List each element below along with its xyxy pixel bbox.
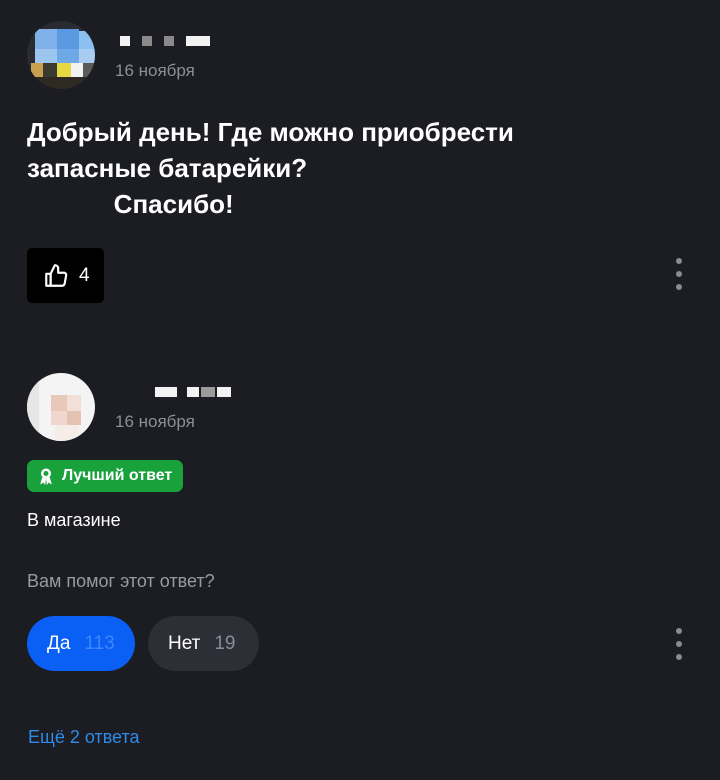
vote-yes-label: Да <box>47 632 71 654</box>
post-date: 16 ноября <box>115 61 195 80</box>
more-answers-link[interactable]: Ещё 2 ответа <box>28 727 140 748</box>
helpful-question: Вам помог этот ответ? <box>27 571 215 591</box>
post-author-avatar[interactable] <box>27 21 95 89</box>
answer-kebab-menu-icon[interactable] <box>669 625 689 665</box>
vote-no-button[interactable]: Нет 19 <box>148 616 259 671</box>
vote-yes-button[interactable]: Да 113 <box>27 616 135 671</box>
like-button[interactable]: 4 <box>27 248 104 303</box>
question-line: запасные батарейки? <box>27 153 308 183</box>
answer-text: В магазине <box>27 510 121 530</box>
qa-page: 16 ноября Добрый день! Где можно приобре… <box>0 0 720 780</box>
answer-date: 16 ноября <box>115 412 195 431</box>
question-line: Добрый день! Где можно приобрести <box>27 117 514 147</box>
vote-no-label: Нет <box>168 632 201 654</box>
best-answer-label: Лучший ответ <box>62 467 173 484</box>
answer-author-avatar[interactable] <box>27 373 95 441</box>
award-icon <box>40 468 52 486</box>
best-answer-badge: Лучший ответ <box>27 460 184 492</box>
vote-no-count: 19 <box>214 632 236 654</box>
vote-yes-count: 113 <box>84 632 115 654</box>
question-line: Спасибо! <box>27 189 234 219</box>
thumbs-up-icon <box>45 263 68 287</box>
post-kebab-menu-icon[interactable] <box>669 255 689 295</box>
like-count: 4 <box>79 264 90 286</box>
question-text: Добрый день! Где можно приобрести запасн… <box>27 114 667 222</box>
